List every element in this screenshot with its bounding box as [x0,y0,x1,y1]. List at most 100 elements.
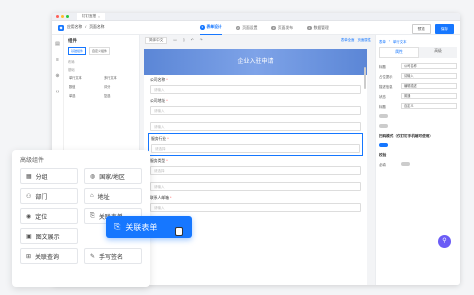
canvas-toolbar: 简体中文 ▭ ▯ ↶ ↷ [140,35,375,45]
header-actions: 预览 保存 [411,24,454,34]
adv-component-label: 图文展示 [35,234,60,241]
field-label-text: 公司地址 [150,99,166,103]
form-field[interactable]: 公司地址 * 请输入 [144,96,367,117]
adv-component-label: 分组 [35,174,48,181]
adv-component-5[interactable]: ◉ 定位 [20,208,78,224]
component-item[interactable]: 单行文本 [68,74,100,81]
adv-component-2[interactable]: ◍ 国家/地区 [84,168,142,184]
form-field[interactable]: 服务类型 * 请选择 [144,156,367,177]
prop-row: 状态 普通 [379,91,457,101]
image-icon: ▣ [26,233,32,240]
redo-icon[interactable]: ↷ [200,38,203,42]
adv-component-label: 定位 [35,214,48,221]
field-label: 联系人邮箱 * [150,196,172,200]
app-name[interactable]: 应用名称 [67,25,82,30]
field-input[interactable]: 请输入 [150,106,361,115]
query-icon: ⊞ [26,253,32,260]
popup-title: 高级组件 [20,158,45,164]
browser-tab[interactable]: 钉钉宜搭 × [77,13,106,20]
property-panel: 表单 › 单行文本 属性 高级 标题 公司名称 占位提示 请输入 描述信息 编辑描述 状态 普通 标题… [375,35,460,285]
drag-label: 关联表单 [125,222,158,232]
toggle[interactable] [379,113,388,119]
tab-basic[interactable]: 基础组件 [68,47,87,55]
crumb-form[interactable]: 表单 [379,39,386,44]
step-tab-3[interactable]: 3 页面发布 [271,21,293,35]
component-item[interactable]: 评分 [103,83,135,90]
maximize-dot[interactable] [66,15,69,18]
step-number: 1 [200,25,205,30]
step-label: 表单设计 [206,25,222,29]
field-input[interactable]: 请输入 [150,122,361,131]
step-tab-2[interactable]: 2 页面设置 [235,21,257,35]
prop-value[interactable]: 编辑描述 [401,83,457,89]
prop-value[interactable]: 公司名称 [401,63,457,69]
scrollbar[interactable] [364,67,366,89]
outline-icon[interactable]: ≡ [56,57,59,63]
form-field[interactable]: 联系人邮箱 * 请输入 [144,193,367,214]
form-settings-link[interactable]: 表单全面 [341,37,355,42]
section-layout: 布局 [68,60,75,64]
minimize-dot[interactable] [61,15,64,18]
page-props-link[interactable]: 页面属性 [357,37,371,42]
adv-component-9[interactable]: ⊞ 关联查询 [20,248,78,264]
adv-component-1[interactable]: ▦ 分组 [20,168,78,184]
component-item[interactable]: 单选 [68,92,100,99]
preview-button[interactable]: 预览 [411,24,431,34]
field-label-text: 服务行业 [151,137,167,141]
code-icon[interactable]: ‹› [56,89,59,95]
address-icon: ⌂ [90,193,94,199]
toggle-scan[interactable] [379,142,388,148]
save-button[interactable]: 保存 [434,24,454,34]
field-input[interactable]: 请选择 [151,144,360,153]
verify-title: 校验 [379,153,387,157]
adv-component-7[interactable]: ▣ 图文展示 [20,228,78,244]
assistant-icon[interactable]: ⚲ [438,235,451,248]
link-icon: ⎘ [90,212,95,219]
prop-value[interactable]: 自定义 [401,103,457,109]
tab-title: 钉钉宜搭 [82,14,96,18]
language-select[interactable]: 简体中文 [145,36,168,44]
field-input[interactable]: 请选择 [150,166,361,175]
undo-icon[interactable]: ↶ [191,38,194,42]
close-dot[interactable] [56,15,59,18]
close-icon[interactable]: × [98,15,100,19]
tab-advanced[interactable]: 高级 [419,47,457,58]
prop-key: 状态 [379,94,386,99]
adv-component-4[interactable]: ⌂ 地址 [84,188,142,204]
tab-attributes[interactable]: 属性 [379,47,419,58]
breadcrumb: 应用名称 / 页面名称 [67,25,105,30]
component-item[interactable]: 多行文本 [103,74,135,81]
datasource-icon[interactable]: ⊕ [55,73,59,79]
mobile-icon[interactable]: ▯ [183,38,185,42]
field-input[interactable]: 请输入 [150,182,361,191]
field-label-text: 公司名称 [150,78,166,82]
desktop-icon[interactable]: ▭ [173,38,176,42]
page-name[interactable]: 页面名称 [89,25,104,30]
header: ◆ 应用名称 / 页面名称 1 表单设计 2 页面设置 3 页面发布 4 数据管理 预览 保存 [52,21,460,35]
component-item[interactable]: 复选 [103,92,135,99]
crumb-field[interactable]: 单行文本 [393,39,407,44]
prop-key: 占位提示 [379,74,393,79]
field-input[interactable]: 请输入 [150,85,361,94]
adv-component-10[interactable]: ✎ 手写签名 [84,248,142,264]
adv-component-label: 手写签名 [99,254,124,261]
form-field[interactable]: 请输入 [144,177,367,193]
adv-component-3[interactable]: ⚇ 部门 [20,188,78,204]
step-tab-4[interactable]: 4 数据管理 [307,21,329,35]
components-icon[interactable]: ▤ [55,41,60,47]
form-field[interactable]: 公司名称 * 请输入 [144,75,367,96]
toggle[interactable] [379,123,388,129]
link-form-icon: ⎘ [114,222,121,231]
form-field[interactable]: 服务行业 * 请选择 [148,133,363,156]
field-input[interactable]: 请输入 [150,203,361,212]
component-item[interactable]: 数值 [68,83,100,90]
tab-custom[interactable]: 自定义组件 [89,47,111,55]
required-toggle[interactable] [401,161,410,167]
form-field[interactable]: 请输入 [144,117,367,133]
field-label-text: 服务类型 [150,159,166,163]
step-tab-1[interactable]: 1 表单设计 [200,21,222,35]
prop-value[interactable]: 普通 [401,93,457,99]
form-title: 企业入驻申请 [144,49,367,75]
prop-value[interactable]: 请输入 [401,73,457,79]
titlebar: 钉钉宜搭 × [52,13,460,21]
